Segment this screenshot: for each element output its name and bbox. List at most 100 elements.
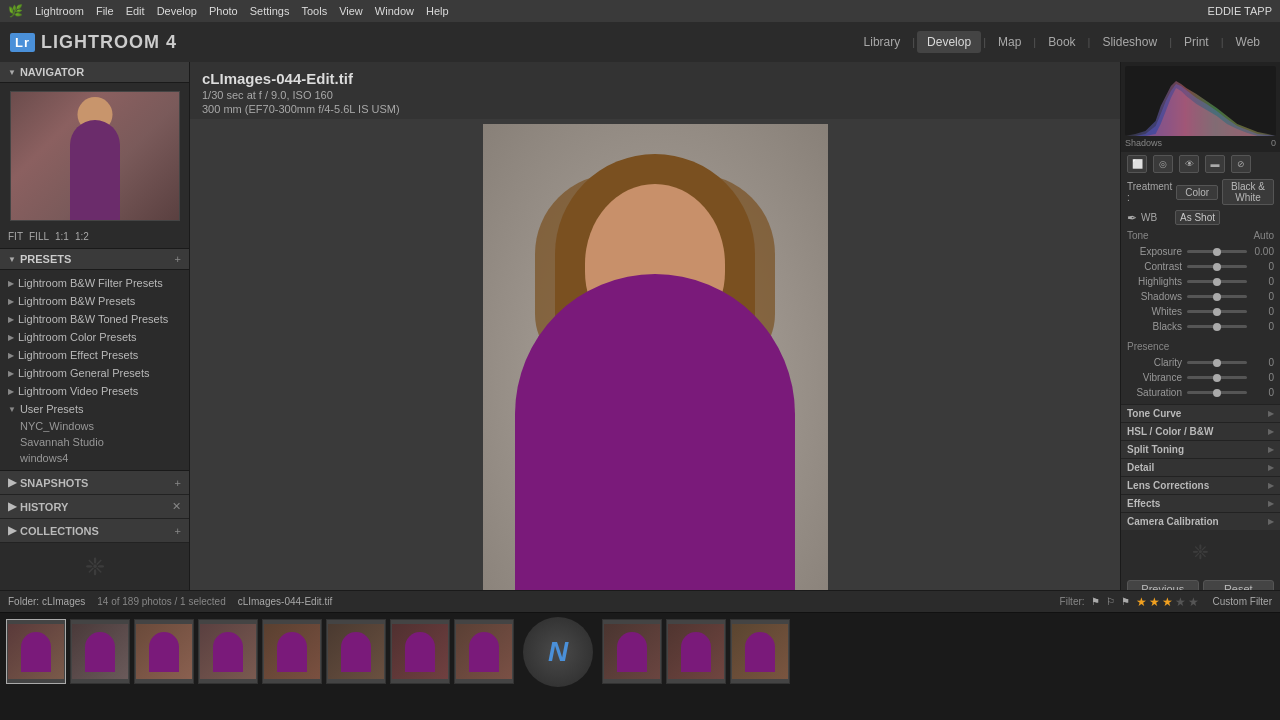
- app-name-menu: Lightroom: [35, 5, 84, 17]
- reset-button[interactable]: Reset: [1203, 580, 1275, 590]
- contrast-slider[interactable]: [1187, 265, 1247, 268]
- menu-view[interactable]: View: [339, 5, 363, 17]
- zoom-fit[interactable]: FIT: [8, 231, 23, 242]
- shadows-slider[interactable]: [1187, 295, 1247, 298]
- collections-add-icon[interactable]: +: [175, 525, 181, 537]
- film-thumb-4[interactable]: [262, 619, 322, 684]
- camera-calibration-section[interactable]: Camera Calibration ▶: [1121, 512, 1280, 530]
- film-thumb-9[interactable]: [666, 619, 726, 684]
- nav-web[interactable]: Web: [1226, 31, 1270, 53]
- preset-sub-2[interactable]: windows4: [0, 450, 189, 466]
- film-thumb-7[interactable]: [454, 619, 514, 684]
- adjustment-brush-tool[interactable]: ⊘: [1231, 155, 1251, 173]
- wb-dropdown[interactable]: As Shot: [1175, 210, 1220, 225]
- menu-window[interactable]: Window: [375, 5, 414, 17]
- vibrance-slider[interactable]: [1187, 376, 1247, 379]
- film-thumb-10[interactable]: [730, 619, 790, 684]
- app-icon: 🌿: [8, 4, 23, 18]
- star-2[interactable]: ★: [1149, 595, 1160, 609]
- presets-header[interactable]: ▼ Presets +: [0, 249, 189, 270]
- preset-group-1[interactable]: ▶ Lightroom B&W Presets: [0, 292, 189, 310]
- star-5[interactable]: ★: [1188, 595, 1199, 609]
- graduated-filter-tool[interactable]: ▬: [1205, 155, 1225, 173]
- whites-slider[interactable]: [1187, 310, 1247, 313]
- tone-auto-btn[interactable]: Auto: [1253, 230, 1274, 241]
- film-thumb-0[interactable]: [6, 619, 66, 684]
- preset-group-3[interactable]: ▶ Lightroom Color Presets: [0, 328, 189, 346]
- menu-develop[interactable]: Develop: [157, 5, 197, 17]
- detail-section[interactable]: Detail ▶: [1121, 458, 1280, 476]
- filter-flag-pick[interactable]: ⚑: [1121, 596, 1130, 607]
- spot-removal-tool[interactable]: ◎: [1153, 155, 1173, 173]
- whites-label: Whites: [1127, 306, 1182, 317]
- menu-tools[interactable]: Tools: [301, 5, 327, 17]
- menu-file[interactable]: File: [96, 5, 114, 17]
- histogram-area: ▣: [1121, 62, 1280, 152]
- wb-dropper-icon[interactable]: ✒: [1127, 211, 1137, 225]
- preset-group-4[interactable]: ▶ Lightroom Effect Presets: [0, 346, 189, 364]
- preset-group-user[interactable]: ▼ User Presets: [0, 400, 189, 418]
- navigator-header[interactable]: ▼ Navigator: [0, 62, 189, 83]
- preset-group-0[interactable]: ▶ Lightroom B&W Filter Presets: [0, 274, 189, 292]
- menu-photo[interactable]: Photo: [209, 5, 238, 17]
- preset-group-5[interactable]: ▶ Lightroom General Presets: [0, 364, 189, 382]
- preset-group-label-4: Lightroom Effect Presets: [18, 349, 138, 361]
- split-toning-section[interactable]: Split Toning ▶: [1121, 440, 1280, 458]
- menu-settings[interactable]: Settings: [250, 5, 290, 17]
- preset-sub-0[interactable]: NYC_Windows: [0, 418, 189, 434]
- film-thumb-3[interactable]: [198, 619, 258, 684]
- highlights-slider[interactable]: [1187, 280, 1247, 283]
- preset-group-label-6: Lightroom Video Presets: [18, 385, 138, 397]
- red-eye-tool[interactable]: 👁: [1179, 155, 1199, 173]
- nav-map[interactable]: Map: [988, 31, 1031, 53]
- nav-print[interactable]: Print: [1174, 31, 1219, 53]
- nav-develop[interactable]: Develop: [917, 31, 981, 53]
- nav-slideshow[interactable]: Slideshow: [1092, 31, 1167, 53]
- zoom-fill[interactable]: FILL: [29, 231, 49, 242]
- preset-group-2[interactable]: ▶ Lightroom B&W Toned Presets: [0, 310, 189, 328]
- custom-filter-btn[interactable]: Custom Filter: [1213, 596, 1272, 607]
- tone-curve-section[interactable]: Tone Curve ▶: [1121, 404, 1280, 422]
- snapshots-section[interactable]: ▶ Snapshots +: [0, 471, 189, 495]
- clarity-slider[interactable]: [1187, 361, 1247, 364]
- nav-book[interactable]: Book: [1038, 31, 1085, 53]
- effects-section[interactable]: Effects ▶: [1121, 494, 1280, 512]
- blacks-slider[interactable]: [1187, 325, 1247, 328]
- zoom-1-1[interactable]: 1:1: [55, 231, 69, 242]
- snapshots-add-icon[interactable]: +: [175, 477, 181, 489]
- bw-treatment-btn[interactable]: Black & White: [1222, 179, 1274, 205]
- saturation-slider[interactable]: [1187, 391, 1247, 394]
- zoom-1-2[interactable]: 1:2: [75, 231, 89, 242]
- film-thumb-2[interactable]: [134, 619, 194, 684]
- film-thumb-1[interactable]: [70, 619, 130, 684]
- lens-corrections-section[interactable]: Lens Corrections ▶: [1121, 476, 1280, 494]
- collections-section[interactable]: ▶ Collections +: [0, 519, 189, 543]
- nav-library[interactable]: Library: [854, 31, 911, 53]
- star-4[interactable]: ★: [1175, 595, 1186, 609]
- filter-flag-reject[interactable]: ⚑: [1091, 596, 1100, 607]
- navigator-thumbnail[interactable]: [10, 91, 180, 221]
- film-thumb-6[interactable]: [390, 619, 450, 684]
- film-thumb-5[interactable]: [326, 619, 386, 684]
- presets-add-icon[interactable]: +: [175, 253, 181, 265]
- photo-canvas[interactable]: [190, 119, 1120, 590]
- menu-edit[interactable]: Edit: [126, 5, 145, 17]
- film-thumb-8[interactable]: [602, 619, 662, 684]
- star-3[interactable]: ★: [1162, 595, 1173, 609]
- exposure-slider[interactable]: [1187, 250, 1247, 253]
- hsl-section[interactable]: HSL / Color / B&W ▶: [1121, 422, 1280, 440]
- color-treatment-btn[interactable]: Color: [1176, 185, 1218, 200]
- preset-group-6[interactable]: ▶ Lightroom Video Presets: [0, 382, 189, 400]
- photo-info: cLImages-044-Edit.tif 1/30 sec at f / 9.…: [190, 62, 1120, 119]
- preset-sub-1[interactable]: Savannah Studio: [0, 434, 189, 450]
- menu-help[interactable]: Help: [426, 5, 449, 17]
- crop-tool[interactable]: ⬜: [1127, 155, 1147, 173]
- star-1[interactable]: ★: [1136, 595, 1147, 609]
- previous-button[interactable]: Previous: [1127, 580, 1199, 590]
- nav-sep-2: |: [983, 36, 986, 48]
- history-clear-icon[interactable]: ✕: [172, 500, 181, 513]
- history-section[interactable]: ▶ History ✕: [0, 495, 189, 519]
- filter-flag-none[interactable]: ⚐: [1106, 596, 1115, 607]
- navigator-section: ▼ Navigator FIT FILL 1:1 1:2: [0, 62, 189, 249]
- presets-triangle: ▼: [8, 255, 16, 264]
